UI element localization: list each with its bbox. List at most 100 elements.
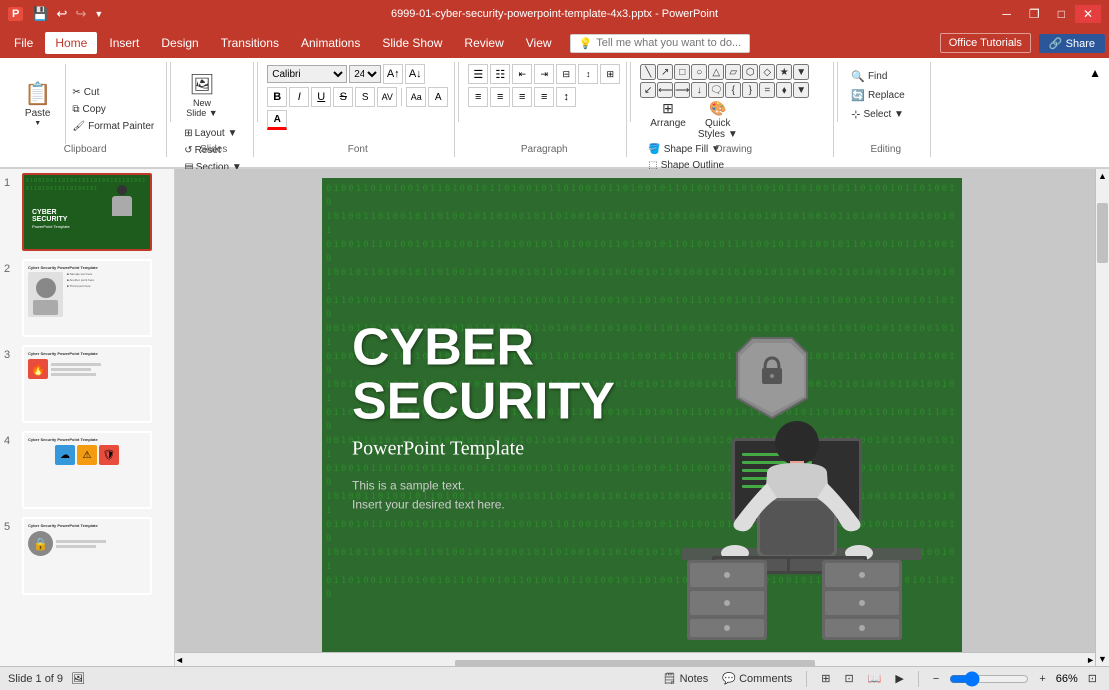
align-justify-button[interactable]: ≡ — [534, 87, 554, 107]
decrease-indent-button[interactable]: ⇤ — [512, 64, 532, 84]
brace-right-shape[interactable]: } — [742, 82, 758, 98]
numbered-list-button[interactable]: ☷ — [490, 64, 510, 84]
hex-shape[interactable]: ⬡ — [742, 64, 758, 80]
slide-thumbnail-4[interactable]: Cyber Security PowerPoint Template ☁ ⚠ 🛡 — [22, 431, 152, 509]
menu-file[interactable]: File — [4, 32, 43, 54]
zoom-slider[interactable] — [949, 671, 1029, 687]
menu-view[interactable]: View — [516, 32, 562, 54]
align-left-button[interactable]: ≡ — [468, 87, 488, 107]
h-scroll-thumb[interactable] — [455, 660, 816, 667]
more-shapes-btn2[interactable]: ▼ — [793, 82, 809, 98]
canvas-area[interactable]: 0100110101001011010010110100101101001011… — [175, 169, 1109, 666]
align-center-button[interactable]: ≡ — [490, 87, 510, 107]
copy-button[interactable]: ⧉ Copy — [68, 102, 158, 117]
select-button[interactable]: ⊹ Select ▼ — [847, 106, 924, 123]
shadow-button[interactable]: S — [355, 87, 375, 107]
line-shape[interactable]: ╲ — [640, 64, 656, 80]
clear-formatting-button[interactable]: A — [428, 87, 448, 107]
callout-shape[interactable]: 🗨 — [708, 82, 724, 98]
para-shape[interactable]: ▱ — [725, 64, 741, 80]
slide-panel[interactable]: 1 01001001101001011010010110100101101001… — [0, 169, 175, 666]
left-arrow-shape[interactable]: ⟵ — [657, 82, 673, 98]
redo-button[interactable]: ↪ — [72, 4, 89, 24]
oval-shape[interactable]: ○ — [691, 64, 707, 80]
quick-styles-button[interactable]: 🎨 QuickStyles ▼ — [694, 98, 742, 142]
underline-button[interactable]: U — [311, 87, 331, 107]
reading-view-button[interactable]: 📖 — [864, 671, 886, 686]
menu-slideshow[interactable]: Slide Show — [372, 32, 452, 54]
font-size-select[interactable]: 2412182836 — [349, 65, 381, 83]
comments-button[interactable]: 💬 Comments — [718, 671, 796, 686]
slide-view-button[interactable]: 🖼 — [71, 672, 85, 685]
scroll-right-button[interactable]: ► — [1086, 655, 1095, 665]
office-tutorials-button[interactable]: Office Tutorials — [940, 33, 1031, 53]
menu-design[interactable]: Design — [151, 32, 208, 54]
curve-shape[interactable]: ↙ — [640, 82, 656, 98]
slide-sorter-button[interactable]: ⊡ — [840, 671, 857, 686]
slide-thumbnail-5[interactable]: Cyber Security PowerPoint Template 🔒 — [22, 517, 152, 595]
format-painter-button[interactable]: 🖌 Format Painter — [68, 119, 158, 134]
menu-animations[interactable]: Animations — [291, 32, 370, 54]
bold-button[interactable]: B — [267, 87, 287, 107]
canvas-bottom-scrollbar[interactable]: ◄ ► — [175, 652, 1095, 666]
down-arrow-shape[interactable]: ↓ — [691, 82, 707, 98]
font-name-select[interactable]: CalibriArialTimes New Roman — [267, 65, 347, 83]
slideshow-view-button[interactable]: ▶ — [891, 671, 907, 686]
slide-thumbnail-2[interactable]: Cyber Security PowerPoint Template ■ Sam… — [22, 259, 152, 337]
close-button[interactable]: ✕ — [1075, 5, 1101, 23]
menu-home[interactable]: Home — [45, 32, 97, 54]
paste-button[interactable]: 📋 Paste ▼ — [18, 77, 57, 131]
share-button[interactable]: 🔗 Share — [1039, 34, 1105, 53]
notes-button[interactable]: 🗒 Notes — [659, 671, 713, 686]
slide-canvas[interactable]: 0100110101001011010010110100101101001011… — [322, 178, 962, 658]
scroll-up-button[interactable]: ▲ — [1096, 169, 1109, 183]
zoom-in-button[interactable]: + — [1035, 672, 1049, 686]
tell-me-input[interactable] — [596, 37, 740, 49]
arrow-shape[interactable]: ↗ — [657, 64, 673, 80]
align-right-button[interactable]: ≡ — [512, 87, 532, 107]
strikethrough-button[interactable]: S — [333, 87, 353, 107]
more-shapes-btn[interactable]: ▼ — [793, 64, 809, 80]
text-direction-button[interactable]: ↕ — [578, 64, 598, 84]
slide-thumb-5[interactable]: 5 Cyber Security PowerPoint Template 🔒 — [4, 517, 170, 595]
customize-qa-button[interactable]: ▼ — [91, 7, 106, 21]
slide-thumb-1[interactable]: 1 01001001101001011010010110100101101001… — [4, 173, 170, 251]
replace-button[interactable]: 🔄 Replace — [847, 87, 924, 104]
columns-button[interactable]: ⊟ — [556, 64, 576, 84]
scroll-thumb[interactable] — [1097, 203, 1108, 263]
restore-button[interactable]: ❐ — [1021, 5, 1048, 23]
menu-review[interactable]: Review — [454, 32, 513, 54]
scroll-down-button[interactable]: ▼ — [1096, 652, 1109, 666]
slide-thumb-3[interactable]: 3 Cyber Security PowerPoint Template 🔥 — [4, 345, 170, 423]
slide-thumb-2[interactable]: 2 Cyber Security PowerPoint Template ■ S… — [4, 259, 170, 337]
char-spacing-button[interactable]: AV — [377, 87, 397, 107]
zoom-out-button[interactable]: − — [929, 672, 943, 686]
increase-indent-button[interactable]: ⇥ — [534, 64, 554, 84]
ribbon-collapse-button[interactable]: ▲ — [1089, 66, 1101, 80]
normal-view-button[interactable]: ⊞ — [817, 671, 834, 686]
font-case-button[interactable]: Aa — [406, 87, 426, 107]
brace-left-shape[interactable]: { — [725, 82, 741, 98]
fit-slide-button[interactable]: ⊡ — [1084, 671, 1101, 686]
diamond-shape[interactable]: ◇ — [759, 64, 775, 80]
convert-smartart-button[interactable]: ⊞ — [600, 64, 620, 84]
maximize-button[interactable]: □ — [1050, 5, 1073, 23]
layout-button[interactable]: ⊞ Layout ▼ — [180, 126, 247, 141]
bullet-list-button[interactable]: ☰ — [468, 64, 488, 84]
rect-shape[interactable]: □ — [674, 64, 690, 80]
italic-button[interactable]: I — [289, 87, 309, 107]
cut-button[interactable]: ✂ Cut — [68, 85, 158, 100]
slide-thumbnail-3[interactable]: Cyber Security PowerPoint Template 🔥 — [22, 345, 152, 423]
eq-shape[interactable]: = — [759, 82, 775, 98]
star-shape[interactable]: ★ — [776, 64, 792, 80]
arrange-button[interactable]: ⊞ Arrange — [646, 98, 690, 142]
scroll-left-button[interactable]: ◄ — [175, 655, 184, 665]
tell-me-box[interactable]: 💡 — [570, 34, 750, 53]
canvas-right-scrollbar[interactable]: ▲ ▼ — [1095, 169, 1109, 666]
save-button[interactable]: 💾 — [29, 4, 51, 24]
slide-thumb-4[interactable]: 4 Cyber Security PowerPoint Template ☁ ⚠… — [4, 431, 170, 509]
line-spacing-button[interactable]: ↕ — [556, 87, 576, 107]
right-arrow-shape[interactable]: ⟶ — [674, 82, 690, 98]
new-slide-button[interactable]: 🖼 NewSlide ▼ — [180, 68, 223, 122]
flow-shape[interactable]: ⬧ — [776, 82, 792, 98]
